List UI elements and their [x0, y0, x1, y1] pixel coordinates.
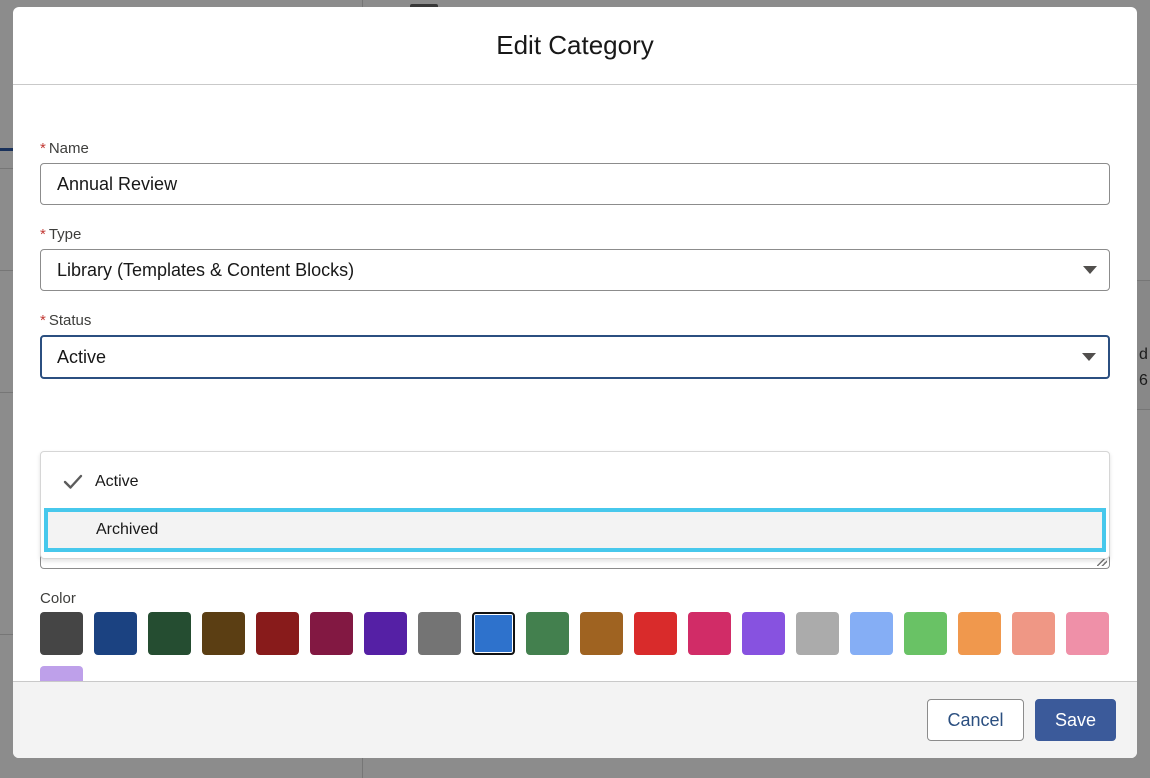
color-swatch[interactable]	[148, 612, 191, 655]
color-swatch[interactable]	[958, 612, 1001, 655]
name-input[interactable]: Annual Review	[40, 163, 1110, 205]
color-swatch[interactable]	[1066, 612, 1109, 655]
type-combobox[interactable]: Library (Templates & Content Blocks)	[40, 249, 1110, 291]
edit-category-modal: Edit Category * Name Annual Review * Type …	[13, 7, 1137, 758]
type-label: * Type	[40, 226, 81, 243]
color-swatch[interactable]	[688, 612, 731, 655]
modal-title: Edit Category	[496, 30, 654, 60]
color-swatch[interactable]	[40, 612, 83, 655]
required-indicator: *	[40, 312, 46, 329]
name-input-value: Annual Review	[57, 173, 178, 194]
status-option-label: Active	[95, 473, 139, 490]
color-swatch[interactable]	[904, 612, 947, 655]
color-swatch[interactable]	[310, 612, 353, 655]
chevron-down-icon[interactable]	[1082, 353, 1096, 361]
color-swatch[interactable]	[418, 612, 461, 655]
type-combobox-value: Library (Templates & Content Blocks)	[57, 259, 355, 280]
color-swatch[interactable]	[850, 612, 893, 655]
cancel-button[interactable]: Cancel	[927, 699, 1024, 741]
color-swatch[interactable]	[472, 612, 515, 655]
type-label-text: Type	[48, 226, 82, 243]
color-swatch[interactable]	[526, 612, 569, 655]
color-swatch[interactable]	[94, 612, 137, 655]
name-label: * Name	[40, 140, 89, 157]
required-indicator: *	[40, 226, 46, 243]
checkmark-icon	[63, 474, 83, 489]
color-swatch[interactable]	[256, 612, 299, 655]
status-combobox-value: Active	[57, 346, 107, 367]
status-option-active[interactable]: Active	[41, 460, 1109, 504]
save-button[interactable]: Save	[1035, 699, 1116, 741]
status-option-label: Archived	[96, 521, 159, 538]
color-label: Color	[40, 590, 76, 607]
color-swatch[interactable]	[796, 612, 839, 655]
color-swatch[interactable]	[580, 612, 623, 655]
color-swatch[interactable]	[364, 612, 407, 655]
status-label: * Status	[40, 312, 91, 329]
chevron-down-icon[interactable]	[1083, 266, 1097, 274]
required-indicator: *	[40, 140, 46, 157]
color-swatch[interactable]	[1012, 612, 1055, 655]
status-option-archived[interactable]: Archived	[44, 508, 1106, 552]
name-label-text: Name	[48, 140, 89, 157]
status-combobox[interactable]: Active	[40, 335, 1110, 379]
modal-header: Edit Category	[13, 7, 1137, 85]
status-label-text: Status	[48, 312, 92, 329]
status-dropdown-list: Active Archived	[40, 451, 1110, 559]
color-swatch[interactable]	[742, 612, 785, 655]
modal-footer: Cancel Save	[13, 681, 1137, 758]
color-swatch[interactable]	[634, 612, 677, 655]
color-swatch[interactable]	[202, 612, 245, 655]
